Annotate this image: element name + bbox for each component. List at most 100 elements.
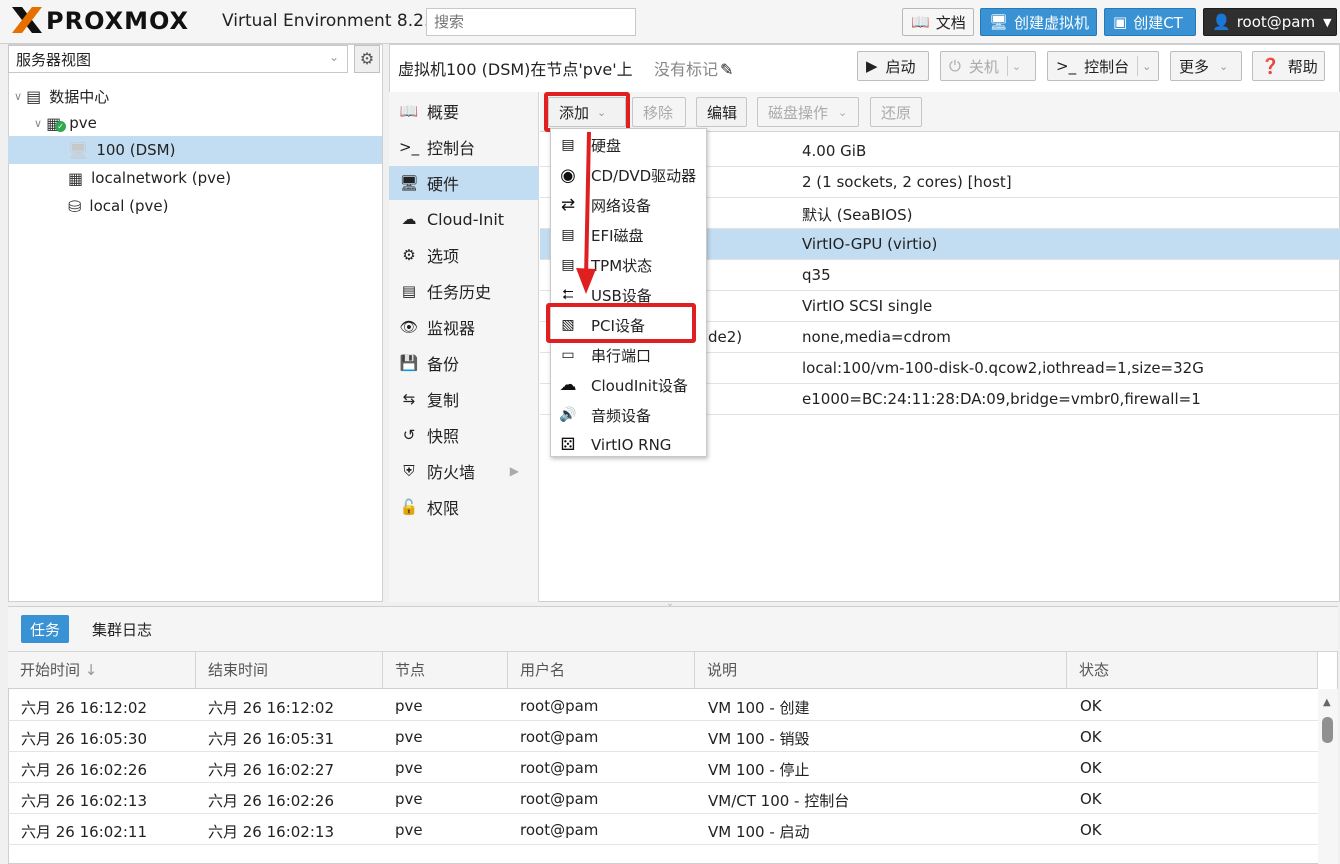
add-button-highlight	[544, 92, 630, 132]
terminal-icon: >_	[1056, 57, 1077, 75]
tree-item-localnetwork[interactable]: ▦ localnetwork (pve)	[8, 164, 382, 192]
chevron-down-icon: ⌄	[1011, 59, 1022, 73]
brand-name: PROXMOX	[46, 7, 190, 35]
remove-button[interactable]: 移除	[632, 97, 686, 127]
create-vm-button[interactable]: 🖥 创建虚拟机	[980, 8, 1097, 36]
shield-icon: ⛨	[403, 462, 415, 480]
tab-cluster-log[interactable]: 集群日志	[83, 615, 161, 643]
cloud-icon: ☁	[559, 375, 577, 395]
dice-icon: ⚄	[560, 435, 576, 455]
sort-down-icon: ↓	[84, 661, 98, 679]
search-input[interactable]	[426, 8, 636, 36]
column-start-time[interactable]: 开始时间 ↓	[8, 652, 196, 689]
task-log-tabs	[8, 607, 1338, 652]
eye-icon: 👁	[399, 318, 419, 336]
nav-replication[interactable]: ⇆ 复制	[389, 382, 539, 416]
collapse-icon: ∨	[14, 89, 23, 103]
chevron-down-icon: ⌄	[1142, 59, 1152, 73]
task-table-header: 开始时间 ↓ 结束时间 节点 用户名 说明 状态	[8, 652, 1318, 689]
column-end-time[interactable]: 结束时间	[196, 652, 383, 689]
vm-title: 虚拟机100 (DSM)在节点'pve'上	[398, 60, 633, 79]
history-icon: ↺	[402, 426, 416, 444]
user-icon: 👤	[1212, 13, 1231, 31]
edit-button[interactable]: 编辑	[696, 97, 747, 127]
menu-item-virtio-rng[interactable]: ⚄ VirtIO RNG	[551, 430, 706, 460]
vm-side-nav: 📖 概要 >_ 控制台 🖥 硬件 ☁ Cloud-Init ⚙ 选项 ▤ 任务历史 👁 监视器…	[389, 92, 539, 602]
tree-item-node-pve[interactable]: ∨ ▦ ✓ pve	[8, 109, 382, 137]
console-button[interactable]: >_ 控制台 ⌄	[1047, 51, 1159, 81]
nav-backup[interactable]: 💾 备份	[389, 346, 539, 380]
tree-item-local-storage[interactable]: ⛁ local (pve)	[8, 192, 382, 220]
serial-port-icon: ▭	[561, 347, 575, 363]
revert-button[interactable]: 还原	[870, 97, 922, 127]
tree-item-datacenter[interactable]: ∨ ▤ 数据中心	[8, 82, 382, 110]
chevron-right-icon: ▶	[509, 464, 519, 478]
server-rack-icon: ▤	[26, 86, 42, 106]
nav-snapshots[interactable]: ↺ 快照	[389, 418, 539, 452]
red-arrow-annotation	[576, 131, 596, 294]
nav-firewall[interactable]: ⛨ 防火墙 ▶	[389, 454, 539, 488]
table-row[interactable]: 六月 26 16:02:13 六月 26 16:02:26 pve root@pam V…	[8, 783, 1318, 814]
product-version: Virtual Environment 8.2.4	[222, 11, 441, 31]
column-node[interactable]: 节点	[383, 652, 508, 689]
proxmox-x-icon	[10, 5, 46, 37]
user-menu-button[interactable]: 👤 root@pam ▼	[1203, 8, 1337, 36]
start-button[interactable]: ▶ 启动	[857, 51, 929, 81]
help-button[interactable]: ❓ 帮助	[1252, 51, 1325, 81]
tags-editor[interactable]: 没有标记 ✎	[654, 56, 733, 80]
proxmox-logo: PROXMOX	[10, 5, 189, 37]
shutdown-button[interactable]: ⏻ 关机 ⌄	[940, 51, 1036, 81]
status-ok-icon: ✓	[55, 120, 67, 132]
nav-hardware[interactable]: 🖥 硬件	[389, 166, 539, 200]
nav-summary[interactable]: 📖 概要	[389, 94, 539, 128]
cloud-icon: ☁	[401, 210, 417, 228]
list-icon: ▤	[401, 282, 417, 300]
scrollbar-thumb[interactable]	[1322, 717, 1333, 743]
create-ct-button[interactable]: ▣ 创建CT	[1104, 8, 1196, 36]
tree-settings-button[interactable]: ⚙	[354, 45, 380, 73]
speaker-icon: 🔊	[559, 407, 577, 423]
disk-action-button[interactable]: 磁盘操作 ⌄	[757, 97, 859, 127]
floppy-icon: 💾	[399, 354, 419, 372]
table-row[interactable]: 六月 26 16:12:02 六月 26 16:12:02 pve root@pam V…	[8, 690, 1318, 721]
more-button[interactable]: 更多 ⌄	[1170, 51, 1242, 81]
menu-item-cloudinit[interactable]: ☁ CloudInit设备	[551, 370, 706, 400]
network-grid-icon: ▦	[68, 168, 84, 188]
chevron-down-icon: ⌄	[1219, 59, 1229, 73]
column-user[interactable]: 用户名	[508, 652, 695, 689]
unlock-icon: 🔓	[399, 498, 419, 516]
table-row[interactable]: 六月 26 16:05:30 六月 26 16:05:31 pve root@pam V…	[8, 721, 1318, 752]
chevron-down-icon: ▼	[1323, 15, 1332, 29]
scroll-up-icon[interactable]: ▲	[1323, 697, 1331, 708]
nav-task-history[interactable]: ▤ 任务历史	[389, 274, 539, 308]
column-description[interactable]: 说明	[695, 652, 1067, 689]
chevron-down-icon: ⌄	[328, 50, 339, 64]
cube-icon: ▣	[1113, 13, 1128, 31]
tab-tasks[interactable]: 任务	[21, 615, 70, 643]
task-table-scrollbar[interactable]: ▲	[1318, 689, 1338, 864]
docs-button[interactable]: 📖 文档	[902, 8, 974, 36]
menu-item-audio[interactable]: 🔊 音频设备	[551, 400, 706, 430]
table-row[interactable]: 六月 26 16:02:11 六月 26 16:02:13 pve root@pam V…	[8, 814, 1318, 845]
book-icon: 📖	[399, 102, 419, 120]
view-selector[interactable]: 服务器视图 ⌄	[8, 45, 348, 73]
pencil-icon: ✎	[720, 60, 734, 79]
nav-monitor[interactable]: 👁 监视器	[389, 310, 539, 344]
nav-console[interactable]: >_ 控制台	[389, 130, 539, 164]
chevron-down-icon: ⌄	[838, 105, 848, 119]
question-icon: ❓	[1261, 57, 1280, 75]
tree-item-vm-100[interactable]: 🖥 100 (DSM)	[8, 136, 382, 164]
node-icon: ▦ ✓	[46, 114, 67, 133]
power-icon: ⏻	[949, 57, 961, 75]
monitor-icon: 🖥	[989, 13, 1009, 31]
menu-item-serial-port[interactable]: ▭ 串行端口	[551, 340, 706, 370]
nav-cloud-init[interactable]: ☁ Cloud-Init	[389, 202, 539, 236]
gear-icon: ⚙	[402, 246, 416, 264]
nav-permissions[interactable]: 🔓 权限	[389, 490, 539, 524]
column-status[interactable]: 状态	[1067, 652, 1318, 689]
nav-options[interactable]: ⚙ 选项	[389, 238, 539, 272]
table-row[interactable]: 六月 26 16:02:26 六月 26 16:02:27 pve root@pam V…	[8, 752, 1318, 783]
play-icon: ▶	[866, 57, 878, 75]
book-icon: 📖	[911, 13, 930, 31]
desktop-icon: 🖥	[399, 174, 419, 192]
